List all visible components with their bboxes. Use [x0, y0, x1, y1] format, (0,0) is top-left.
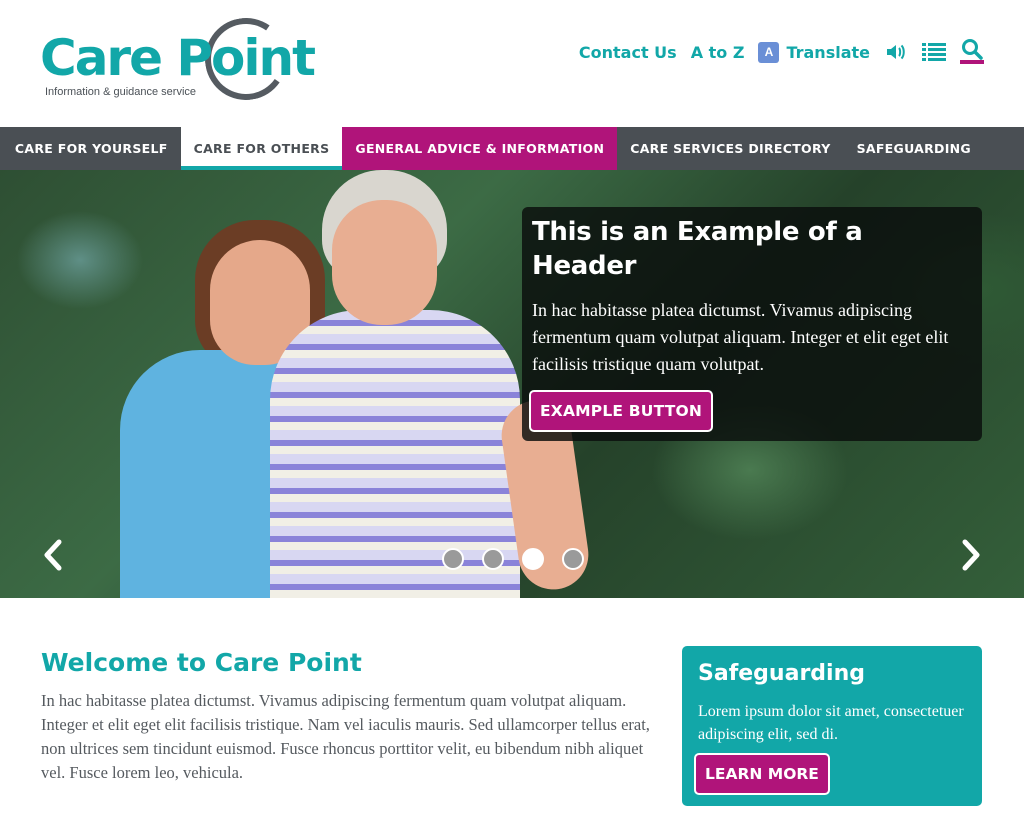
nav-item-care-services-directory[interactable]: CARE SERVICES DIRECTORY [617, 127, 843, 170]
hero-carousel: This is an Example of a Header In hac ha… [0, 170, 1024, 598]
safeguarding-card: Safeguarding Lorem ipsum dolor sit amet,… [682, 646, 982, 806]
chevron-right-icon[interactable] [960, 538, 984, 572]
carousel-dot[interactable] [442, 548, 464, 570]
translate-link[interactable]: A Translate [758, 41, 870, 63]
nav-item-care-for-yourself[interactable]: CARE FOR YOURSELF [2, 127, 181, 170]
carousel-dot[interactable] [562, 548, 584, 570]
nav-item-care-for-others[interactable]: CARE FOR OTHERS [180, 127, 343, 170]
carousel-dots [442, 548, 584, 570]
care-point-logo[interactable]: Care Point Information & guidance servic… [40, 11, 316, 107]
translate-label: Translate [786, 42, 870, 62]
logo-wordmark: Care Point [40, 29, 316, 87]
chevron-left-icon[interactable] [40, 538, 64, 572]
welcome-title: Welcome to Care Point [41, 648, 362, 677]
safeguarding-text: Lorem ipsum dolor sit amet, consectetuer… [698, 703, 964, 743]
hero-caption-card: This is an Example of a Header In hac ha… [522, 207, 982, 441]
hero-text: In hac habitasse platea dictumst. Vivamu… [532, 300, 949, 374]
welcome-section: Welcome to Care Point In hac habitasse p… [41, 647, 651, 785]
search-icon[interactable] [960, 39, 984, 64]
utility-links: Contact Us A to Z A Translate [579, 39, 984, 64]
example-button[interactable]: EXAMPLE BUTTON [529, 390, 714, 432]
safeguarding-title: Safeguarding [698, 661, 865, 686]
hero-title: This is an Example of a Header [532, 217, 863, 281]
learn-more-button[interactable]: LEARN MORE [694, 753, 830, 795]
contact-us-link[interactable]: Contact Us [579, 43, 677, 62]
main-nav: CARE FOR YOURSELF CARE FOR OTHERS GENERA… [0, 127, 1024, 170]
welcome-text: In hac habitasse platea dictumst. Vivamu… [41, 691, 650, 782]
nav-item-safeguarding[interactable]: SAFEGUARDING [844, 127, 984, 170]
site-header: Care Point Information & guidance servic… [0, 0, 1024, 127]
carousel-dot[interactable] [522, 548, 544, 570]
a-to-z-link[interactable]: A to Z [691, 43, 745, 62]
speaker-icon[interactable] [884, 40, 908, 64]
nav-item-general-advice[interactable]: GENERAL ADVICE & INFORMATION [342, 127, 618, 170]
carousel-dot[interactable] [482, 548, 504, 570]
list-icon[interactable] [922, 40, 946, 64]
logo-tagline: Information & guidance service [45, 86, 197, 98]
translate-icon: A [758, 41, 780, 63]
